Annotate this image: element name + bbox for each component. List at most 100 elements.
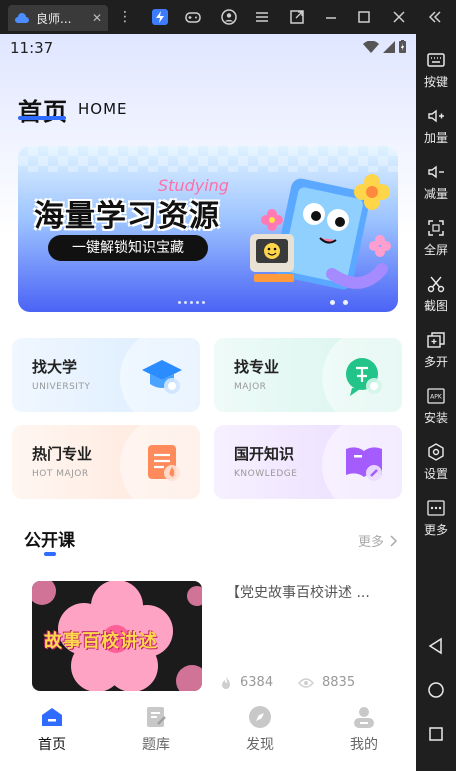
sidebar-item-fullscreen[interactable]: 全屏	[416, 218, 456, 258]
sidebar-item-keys[interactable]: 按键	[416, 50, 456, 90]
page-subtitle: HOME	[78, 100, 128, 118]
card-find-major[interactable]: 找专业 MAJOR	[214, 338, 402, 412]
sidebar-item-multi[interactable]: 多开	[416, 330, 456, 370]
page-title: 首页	[18, 98, 68, 126]
emulator-title-bar: 良师... ✕ ⋮	[0, 0, 456, 34]
account-icon[interactable]	[220, 8, 238, 26]
question-bank-icon	[147, 707, 166, 727]
sidebar-item-label: 设置	[423, 467, 448, 481]
discover-compass-icon	[249, 706, 271, 728]
flash-icon[interactable]	[151, 8, 169, 26]
sidebar-item-label: 减量	[423, 187, 448, 201]
popout-icon[interactable]	[288, 8, 306, 26]
sidebar-item-install[interactable]: APK 安装	[416, 386, 456, 426]
status-icons	[363, 40, 406, 53]
volume-up-icon	[428, 109, 444, 123]
sidebar-item-volume-up[interactable]: 加量	[416, 106, 456, 146]
collapse-sidebar-icon[interactable]	[426, 8, 444, 26]
home-icon	[42, 708, 62, 726]
hamburger-menu-icon[interactable]	[253, 8, 271, 26]
section-underline	[44, 552, 56, 556]
card-subtitle: KNOWLEDGE	[234, 469, 298, 479]
course-view-stat: 8835	[298, 675, 355, 690]
apk-install-icon: APK	[427, 388, 445, 404]
sidebar-item-label: 全屏	[423, 243, 448, 257]
svg-text:APK: APK	[430, 394, 443, 401]
sidebar-item-more[interactable]: 更多	[416, 498, 456, 538]
hot-major-doc-icon	[148, 445, 180, 481]
card-title: 热门专业	[32, 445, 93, 463]
profile-icon	[354, 707, 374, 728]
tab-label: 题库	[142, 737, 170, 753]
view-count: 8835	[322, 675, 356, 690]
card-subtitle: UNIVERSITY	[32, 382, 91, 392]
course-title[interactable]: 【党史故事百校讲述 ...	[226, 582, 382, 602]
eye-icon	[298, 677, 314, 688]
tab-label: 发现	[246, 737, 274, 753]
banner-headline: 海量学习资源	[34, 199, 220, 234]
tab-discover[interactable]: 发现	[230, 704, 290, 754]
card-title: 国开知识	[234, 445, 295, 463]
nav-home-icon[interactable]	[426, 680, 446, 700]
card-subtitle: MAJOR	[234, 382, 267, 392]
sidebar-item-screenshot[interactable]: 截图	[416, 274, 456, 314]
banner-cta-pill: 一键解锁知识宝藏	[48, 235, 208, 261]
sidebar-item-label: 加量	[423, 131, 448, 145]
gamepad-icon[interactable]	[184, 8, 202, 26]
settings-icon	[428, 443, 444, 461]
card-subtitle: HOT MAJOR	[32, 469, 89, 479]
multi-instance-icon	[427, 332, 445, 348]
sidebar-item-label: 截图	[423, 299, 448, 313]
sidebar-item-volume-down[interactable]: 减量	[416, 162, 456, 202]
cell-signal-icon	[383, 40, 395, 53]
major-chat-icon	[346, 358, 382, 396]
minimize-icon[interactable]	[322, 8, 340, 26]
card-knowledge[interactable]: 国开知识 KNOWLEDGE	[214, 425, 402, 499]
volume-down-icon	[428, 165, 444, 179]
knowledge-book-icon	[346, 447, 382, 481]
status-bar: 11:37	[0, 34, 416, 60]
more-icon	[427, 500, 445, 516]
app-tab[interactable]: 良师... ✕	[8, 5, 108, 31]
battery-icon	[399, 40, 406, 53]
more-link[interactable]: 更多	[358, 531, 398, 550]
card-title: 找大学	[32, 358, 78, 376]
hot-count: 6384	[240, 675, 274, 690]
fullscreen-icon	[428, 220, 444, 236]
banner-illustration	[250, 174, 391, 290]
card-find-university[interactable]: 找大学 UNIVERSITY	[12, 338, 200, 412]
tab-close-icon[interactable]: ✕	[92, 11, 102, 25]
sidebar-item-label: 按键	[423, 75, 448, 89]
tab-label: 我的	[350, 737, 378, 753]
bottom-tab-bar: 首页 题库 发现 我的	[0, 698, 416, 771]
course-thumb-text: 故事百校讲述	[44, 631, 158, 652]
status-time: 11:37	[10, 39, 54, 57]
app-cloud-icon	[15, 13, 29, 23]
nav-recents-icon[interactable]	[426, 724, 446, 744]
course-thumbnail[interactable]: 故事百校讲述	[32, 581, 202, 691]
sidebar-item-settings[interactable]: 设置	[416, 442, 456, 482]
wifi-icon	[363, 40, 379, 53]
graduation-cap-icon	[142, 360, 182, 394]
card-title: 找专业	[234, 358, 280, 376]
maximize-icon[interactable]	[355, 8, 373, 26]
tab-question-bank[interactable]: 题库	[126, 704, 186, 754]
tab-home[interactable]: 首页	[22, 704, 82, 754]
scissors-icon	[427, 276, 445, 293]
course-hot-stat: 6384	[220, 675, 273, 690]
section-title-open-courses: 公开课	[24, 531, 75, 551]
more-label: 更多	[357, 535, 384, 550]
chevron-right-icon	[390, 534, 398, 547]
sidebar-item-label: 多开	[423, 355, 448, 369]
kebab-menu-icon[interactable]: ⋮	[116, 8, 134, 26]
banner-page-dots	[178, 301, 205, 304]
card-hot-major[interactable]: 热门专业 HOT MAJOR	[12, 425, 200, 499]
sidebar-item-label: 更多	[423, 523, 448, 537]
title-underline	[18, 116, 66, 120]
tab-label: 首页	[38, 737, 66, 753]
fire-icon	[222, 676, 230, 689]
nav-back-icon[interactable]	[426, 636, 446, 656]
promo-banner[interactable]: Studying 海量学习资源 一键解锁知识宝藏	[18, 146, 398, 312]
close-window-icon[interactable]	[390, 8, 408, 26]
tab-profile[interactable]: 我的	[334, 704, 394, 754]
